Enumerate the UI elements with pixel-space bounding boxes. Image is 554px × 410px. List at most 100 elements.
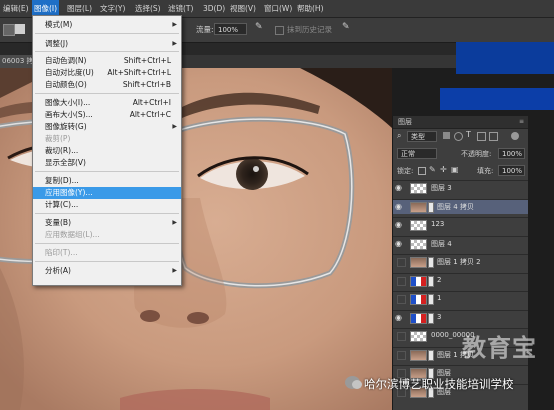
menu-view[interactable]: 视图(V) [230, 0, 256, 17]
submenu-arrow-icon: ▶ [172, 21, 177, 28]
watermark-text: 哈尔滨博艺职业技能培训学校 [364, 377, 514, 391]
menu-item-label: 陷印(T)... [45, 248, 78, 257]
layer-filter-select[interactable]: 类型 [407, 131, 437, 142]
flow-field[interactable]: 100% [214, 23, 247, 35]
menu-item[interactable]: 应用数据组(L)... [33, 229, 181, 241]
lock-label: 锁定: [397, 167, 414, 175]
image-menu-dropdown: 模式(M) ▶ 调整(J) ▶ 自动色调(N) Shift+Ctrl+L 自动对比度(U) A… [32, 15, 182, 286]
layer-thumbnail [410, 257, 427, 268]
menu-item-label: 显示全部(V) [45, 158, 86, 167]
layer-row[interactable]: 图层 1 拷贝 2 [393, 254, 528, 269]
tool-preset-icon[interactable] [3, 24, 15, 36]
menu-item[interactable]: 应用图像(Y)... [33, 187, 181, 199]
menu-item-label: 图像旋转(G) [45, 122, 87, 131]
lock-pixels-icon[interactable]: ✎ [429, 165, 436, 174]
eye-icon[interactable]: ◉ [395, 183, 406, 193]
filter-type-icon[interactable]: T [466, 130, 471, 139]
menu-item-label: 应用图像(Y)... [45, 188, 93, 197]
layer-row[interactable]: ◉ 123 [393, 217, 528, 232]
layer-row[interactable]: ◉ 图层 3 [393, 180, 528, 195]
eye-icon[interactable]: ◉ [395, 239, 406, 249]
layer-name: 1 [437, 294, 442, 302]
menu-item[interactable]: 显示全部(V) [33, 157, 181, 169]
submenu-arrow-icon: ▶ [172, 123, 177, 130]
menu-separator [35, 33, 179, 34]
search-icon: ⌕ [397, 131, 402, 140]
menu-help[interactable]: 帮助(H) [297, 0, 324, 17]
menu-item[interactable]: 计算(C)... [33, 199, 181, 211]
lock-transparent-icon[interactable] [418, 167, 426, 175]
layer-row[interactable]: ◉ 图层 4 [393, 235, 528, 251]
layer-thumbnail [410, 220, 427, 231]
menu-item[interactable]: 陷印(T)... [33, 247, 181, 259]
layer-name: 图层 4 [431, 239, 452, 248]
opacity-field[interactable]: 100% [498, 148, 525, 159]
menu-item-label: 计算(C)... [45, 200, 79, 209]
menu-item[interactable]: 裁剪(P) [33, 133, 181, 145]
layer-name: 图层 3 [431, 184, 452, 192]
menu-item-label: 变量(B) [45, 218, 71, 227]
submenu-arrow-icon: ▶ [172, 219, 177, 226]
visibility-toggle[interactable] [397, 295, 406, 304]
menu-item[interactable]: 复制(D)... [33, 175, 181, 187]
menu-item[interactable]: 自动对比度(U) Alt+Shift+Ctrl+L [33, 67, 181, 79]
menu-item-label: 裁剪(P) [45, 134, 71, 143]
menu-item-label: 复制(D)... [45, 176, 79, 185]
filter-smart-icon[interactable] [489, 132, 498, 141]
lock-all-icon[interactable]: ▣ [451, 165, 459, 174]
layer-thumbnail [410, 238, 427, 250]
blend-mode-select[interactable]: 正常 [397, 148, 437, 159]
filter-pixel-icon[interactable] [443, 132, 450, 139]
menu-item-label: 自动颜色(O) [45, 80, 87, 89]
layer-mask-thumbnail [428, 275, 434, 287]
filter-toggle-icon[interactable] [511, 132, 519, 140]
menu-item[interactable]: 图像旋转(G) ▶ [33, 121, 181, 133]
panel-menu-icon[interactable]: ≡ [519, 118, 524, 125]
brush-preview-icon[interactable] [15, 24, 25, 34]
menu-item[interactable]: 自动颜色(O) Shift+Ctrl+B [33, 79, 181, 91]
wechat-icon [352, 380, 362, 389]
lock-position-icon[interactable]: ✛ [440, 165, 447, 174]
layer-name: 3 [437, 312, 442, 321]
menu-item[interactable]: 画布大小(S)... Alt+Ctrl+C [33, 109, 181, 121]
menu-item-label: 模式(M) [45, 20, 73, 29]
layer-row[interactable]: ◉ 图层 4 拷贝 [393, 198, 528, 214]
menu-edit[interactable]: 编辑(E) [3, 0, 29, 17]
layer-row[interactable]: 1 [393, 291, 528, 306]
fill-field[interactable]: 100% [498, 165, 525, 176]
layer-thumbnail [410, 331, 427, 342]
layer-row[interactable]: 2 [393, 272, 528, 288]
menu-item[interactable]: 裁切(R)... [33, 145, 181, 157]
filter-shape-icon[interactable] [477, 132, 486, 141]
menu-window[interactable]: 窗口(W) [264, 0, 292, 17]
airbrush-icon[interactable]: ✎ [255, 22, 263, 32]
menu-item[interactable]: 调整(J) ▶ [33, 38, 181, 50]
menu-item[interactable]: 自动色调(N) Shift+Ctrl+L [33, 55, 181, 67]
menu-item-shortcut: Alt+Shift+Ctrl+L [107, 68, 171, 77]
layer-thumbnail [410, 183, 427, 194]
menu-item[interactable]: 图像大小(I)... Alt+Ctrl+I [33, 97, 181, 109]
layer-name: 图层 4 拷贝 [437, 202, 474, 211]
pressure-icon[interactable]: ✎ [342, 22, 350, 32]
visibility-toggle[interactable] [397, 258, 406, 267]
watermark-logo: 教育宝 [462, 334, 537, 362]
visibility-toggle[interactable] [397, 276, 406, 286]
eye-icon[interactable]: ◉ [395, 202, 406, 212]
eye-icon[interactable]: ◉ [395, 313, 406, 323]
menu-item-label: 分析(A) [45, 266, 71, 275]
filter-adjust-icon[interactable] [454, 132, 463, 141]
menu-item[interactable]: 分析(A) ▶ [33, 265, 181, 277]
menu-3d[interactable]: 3D(D) [203, 0, 225, 17]
layer-row[interactable]: ◉ 3 [393, 309, 528, 325]
menu-separator [35, 243, 179, 244]
visibility-toggle[interactable] [397, 332, 406, 341]
visibility-toggle[interactable] [397, 350, 406, 360]
layer-mask-thumbnail [428, 201, 434, 213]
menu-item[interactable]: 模式(M) ▶ [33, 19, 181, 31]
history-checkbox[interactable] [275, 26, 284, 35]
eye-icon[interactable]: ◉ [395, 220, 406, 230]
blue-preview [440, 88, 554, 110]
layer-thumbnail [410, 201, 427, 213]
menu-item-label: 画布大小(S)... [45, 110, 93, 119]
menu-item[interactable]: 变量(B) ▶ [33, 217, 181, 229]
